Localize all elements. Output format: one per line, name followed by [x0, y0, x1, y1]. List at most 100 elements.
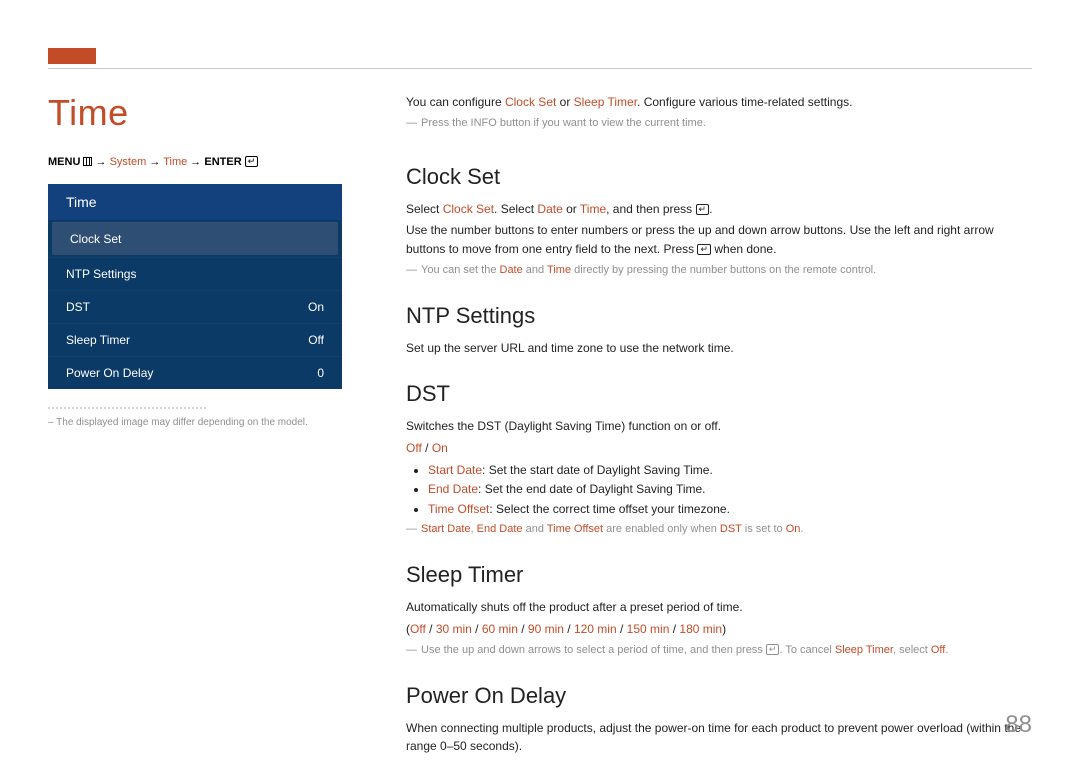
- text-hl: DST: [720, 523, 742, 535]
- text: when done.: [711, 242, 776, 256]
- heading-dst: DST: [406, 377, 1032, 411]
- sleep-option: 180 min: [679, 622, 722, 636]
- dash-icon: ―: [406, 262, 417, 279]
- heading-ntp: NTP Settings: [406, 299, 1032, 333]
- intro-line: You can configure Clock Set or Sleep Tim…: [406, 93, 1032, 112]
- list-item: Start Date: Set the start date of Daylig…: [428, 461, 1032, 480]
- note-text: You can set the Date and Time directly b…: [421, 262, 876, 279]
- text-hl: Time Offset: [428, 502, 489, 516]
- dst-note: ― Start Date, End Date and Time Offset a…: [406, 521, 1032, 538]
- text-hl: End Date: [428, 482, 478, 496]
- breadcrumb-time: Time: [163, 156, 187, 168]
- dst-toggle: Off / On: [406, 439, 1032, 458]
- power-delay-p1: When connecting multiple products, adjus…: [406, 719, 1032, 756]
- menu-item-label: NTP Settings: [66, 267, 136, 281]
- menu-item-value: Off: [308, 333, 324, 347]
- text: , select: [893, 644, 931, 656]
- text: and: [523, 523, 547, 535]
- enter-icon: ↵: [766, 644, 780, 655]
- menu-item-power-on-delay[interactable]: Power On Delay 0: [48, 356, 342, 389]
- menu-item-label: DST: [66, 300, 90, 314]
- text-hl: Time Offset: [547, 523, 603, 535]
- text-hl: Off: [406, 441, 422, 455]
- heading-power-on-delay: Power On Delay: [406, 679, 1032, 713]
- dst-p1: Switches the DST (Daylight Saving Time) …: [406, 417, 1032, 436]
- text-hl: Sleep Timer: [574, 95, 637, 109]
- text-hl: End Date: [477, 523, 523, 535]
- text: are enabled only when: [603, 523, 720, 535]
- sleep-note: ― Use the up and down arrows to select a…: [406, 642, 1032, 659]
- text: .: [800, 523, 803, 535]
- menu-item-label: Power On Delay: [66, 366, 153, 380]
- text-hl: Time: [547, 264, 571, 276]
- clock-set-p1: Select Clock Set. Select Date or Time, a…: [406, 200, 1032, 219]
- clock-set-note: ― You can set the Date and Time directly…: [406, 262, 1032, 279]
- text-hl: Clock Set: [443, 202, 494, 216]
- text-hl: Clock Set: [505, 95, 556, 109]
- sleep-p1: Automatically shuts off the product afte…: [406, 598, 1032, 617]
- text: or: [563, 202, 580, 216]
- breadcrumb-menu-label: MENU: [48, 156, 80, 168]
- text-hl: Date: [500, 264, 523, 276]
- breadcrumb: MENU → System → Time → ENTER ↵: [48, 156, 342, 168]
- heading-sleep-timer: Sleep Timer: [406, 558, 1032, 592]
- menu-panel: Time Clock Set NTP Settings DST On Sleep…: [48, 184, 342, 389]
- menu-item-dst[interactable]: DST On: [48, 290, 342, 323]
- menu-item-label: Sleep Timer: [66, 333, 130, 347]
- list-item: End Date: Set the end date of Daylight S…: [428, 480, 1032, 499]
- menu-item-value: 0: [317, 366, 324, 380]
- text: , and then press: [606, 202, 695, 216]
- text-hl: On: [432, 441, 448, 455]
- dash-icon: ―: [406, 642, 417, 659]
- dst-bullet-list: Start Date: Set the start date of Daylig…: [428, 461, 1032, 519]
- text: .: [709, 202, 712, 216]
- text: You can set the: [421, 264, 500, 276]
- sleep-options: (Off / 30 min / 60 min / 90 min / 120 mi…: [406, 620, 1032, 639]
- page-content: Time MENU → System → Time → ENTER ↵ Time…: [48, 92, 1032, 733]
- text: Use the up and down arrows to select a p…: [421, 644, 766, 656]
- text: /: [422, 441, 432, 455]
- text: . To cancel: [779, 644, 834, 656]
- menu-item-clock-set[interactable]: Clock Set: [52, 222, 338, 255]
- text: is set to: [742, 523, 786, 535]
- footnote: – The displayed image may differ dependi…: [48, 417, 342, 428]
- text: . Select: [494, 202, 537, 216]
- sleep-option: Off: [410, 622, 426, 636]
- page-title: Time: [48, 92, 342, 134]
- text: You can configure: [406, 95, 505, 109]
- menu-item-sleep-timer[interactable]: Sleep Timer Off: [48, 323, 342, 356]
- text: directly by pressing the number buttons …: [571, 264, 876, 276]
- enter-icon: ↵: [697, 244, 711, 255]
- breadcrumb-enter-label: ENTER: [204, 156, 241, 168]
- text: or: [556, 95, 573, 109]
- sleep-option: 30 min: [436, 622, 472, 636]
- text: : Set the end date of Daylight Saving Ti…: [478, 482, 705, 496]
- ntp-p1: Set up the server URL and time zone to u…: [406, 339, 1032, 358]
- page-number: 88: [1005, 711, 1032, 739]
- note-text: Use the up and down arrows to select a p…: [421, 642, 948, 659]
- list-item: Time Offset: Select the correct time off…: [428, 500, 1032, 519]
- text: . Configure various time-related setting…: [637, 95, 852, 109]
- text: and: [523, 264, 547, 276]
- menu-item-label: Clock Set: [70, 232, 121, 246]
- text: Select: [406, 202, 443, 216]
- text: .: [945, 644, 948, 656]
- intro-note: ― Press the INFO button if you want to v…: [406, 115, 1032, 132]
- menu-item-value: On: [308, 300, 324, 314]
- dash-icon: ―: [406, 115, 417, 132]
- sleep-option: 90 min: [528, 622, 564, 636]
- sleep-option: 60 min: [482, 622, 518, 636]
- text-hl: Start Date: [428, 463, 482, 477]
- text: : Set the start date of Daylight Saving …: [482, 463, 713, 477]
- sleep-option: 120 min: [574, 622, 617, 636]
- dash-icon: ―: [406, 521, 417, 538]
- breadcrumb-system: System: [110, 156, 147, 168]
- heading-clock-set: Clock Set: [406, 160, 1032, 194]
- sleep-option: 150 min: [627, 622, 670, 636]
- menu-header: Time: [48, 184, 342, 220]
- text-hl: Sleep Timer: [835, 644, 893, 656]
- right-column: You can configure Clock Set or Sleep Tim…: [406, 92, 1032, 733]
- menu-icon: [83, 157, 92, 166]
- note-text: Press the INFO button if you want to vie…: [421, 115, 706, 132]
- menu-item-ntp-settings[interactable]: NTP Settings: [48, 257, 342, 290]
